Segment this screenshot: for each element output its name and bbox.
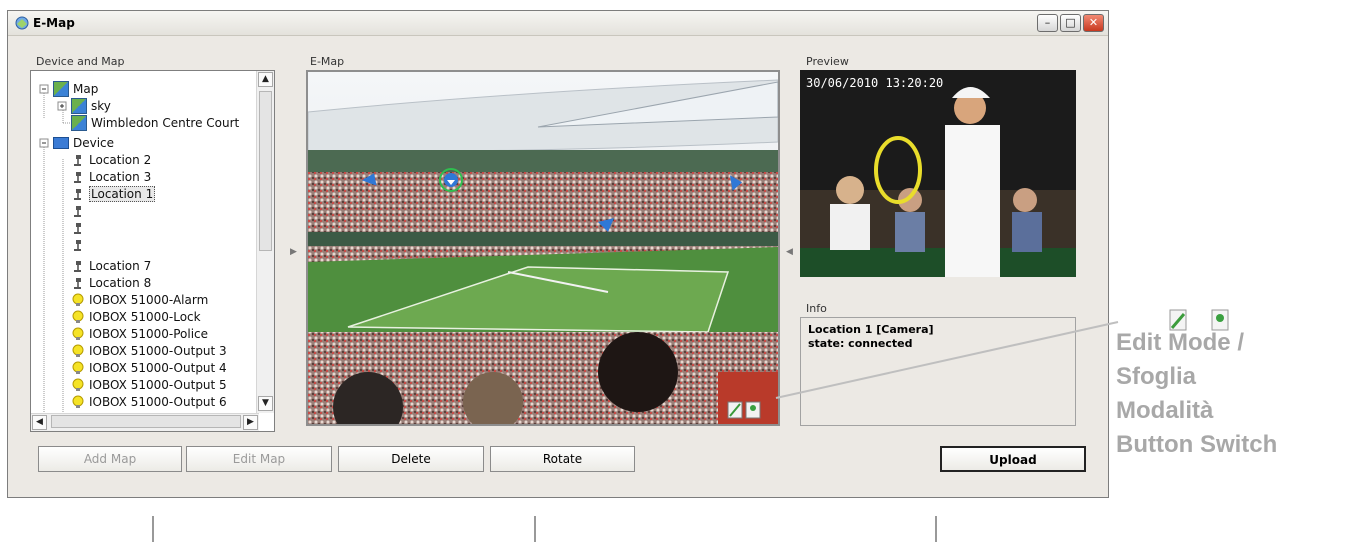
annotation-overlay	[775, 321, 1119, 399]
callout-line: Sfoglia	[1116, 363, 1197, 390]
pointer-line-center	[534, 516, 536, 542]
pointer-line-right	[935, 516, 937, 542]
edit-mode-callout: Edit Mode / Sfoglia Modalità Button Swit…	[1116, 326, 1277, 462]
callout-line: Edit Mode /	[1116, 329, 1244, 356]
callout-line: Modalità	[1116, 397, 1214, 424]
pointer-line-left	[152, 516, 154, 542]
callout-line: Button Switch	[1116, 431, 1278, 458]
